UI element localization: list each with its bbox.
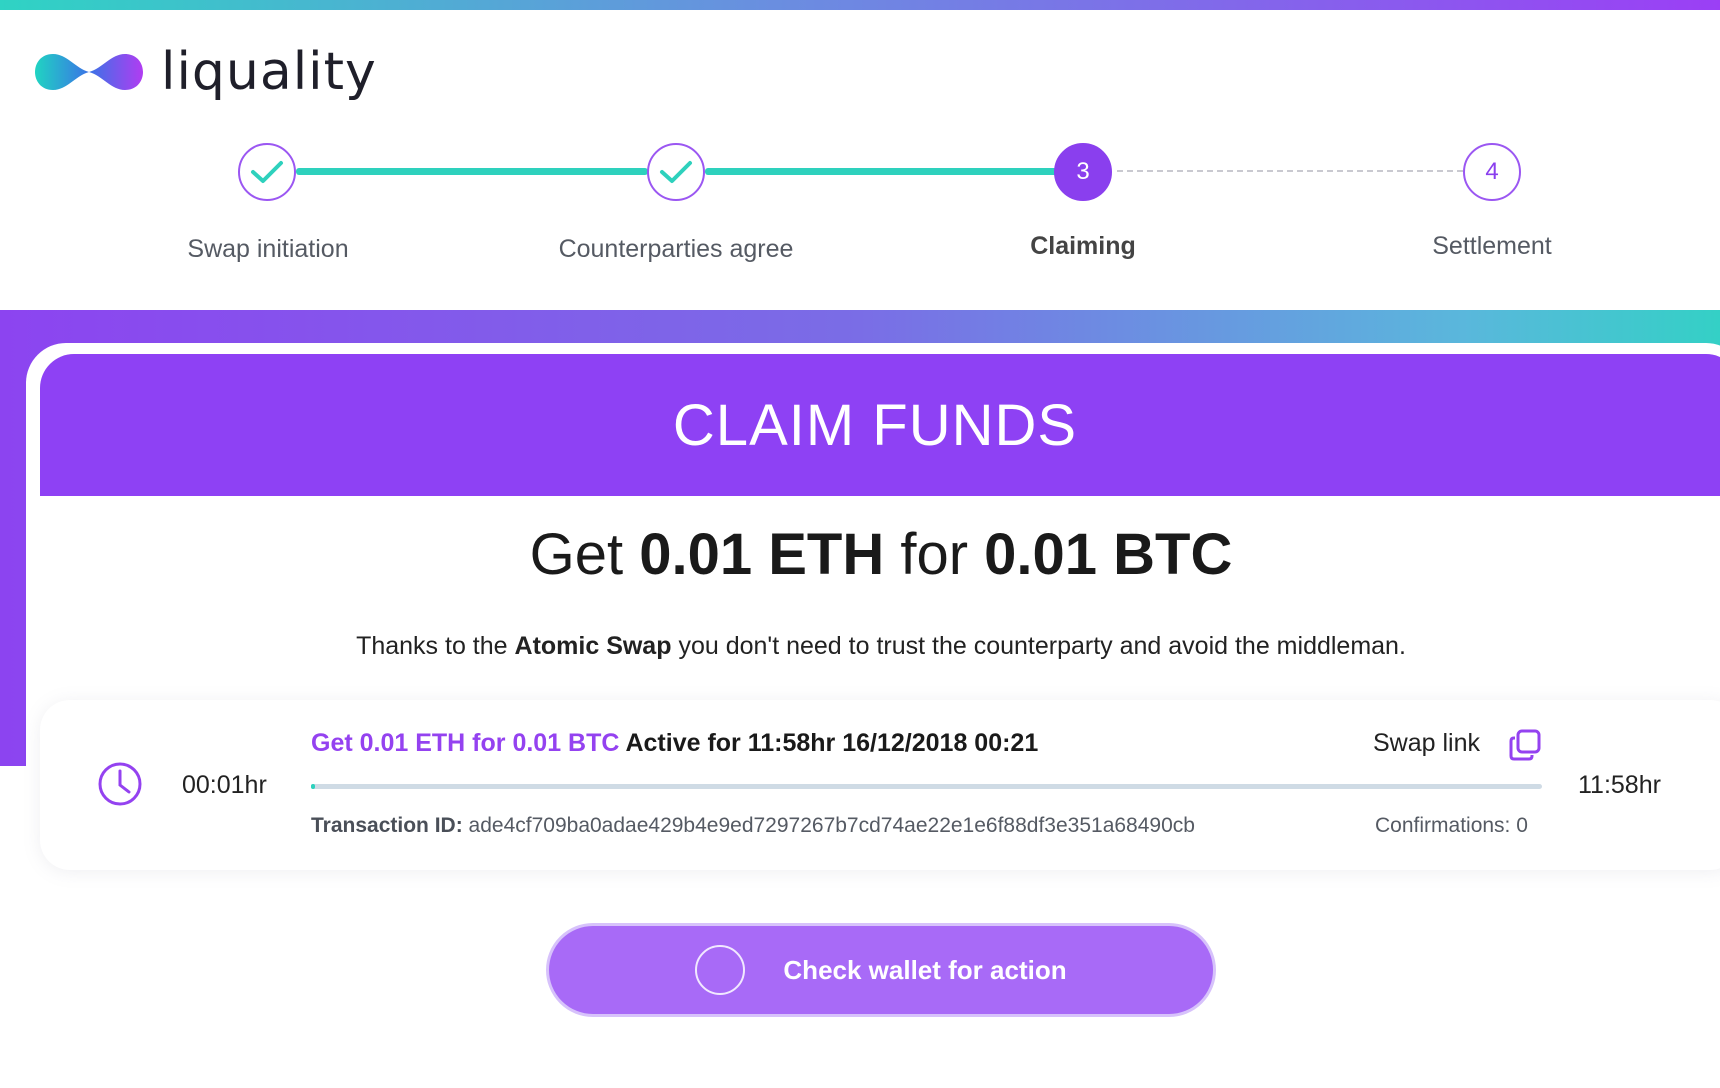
transaction-title-accent: Get 0.01 ETH for 0.01 BTC bbox=[311, 729, 620, 757]
step-1-indicator bbox=[238, 143, 296, 201]
swap-progress-bar bbox=[311, 784, 1542, 789]
app-name: liquality bbox=[161, 42, 377, 102]
step-connector-3 bbox=[1117, 170, 1463, 172]
claim-title: CLAIM FUNDS bbox=[672, 392, 1078, 458]
headline-send-amount: 0.01 BTC bbox=[984, 522, 1233, 587]
headline-prefix: Get bbox=[529, 522, 624, 587]
check-icon bbox=[251, 161, 283, 183]
transaction-id: Transaction ID: ade4cf709ba0adae429b4e9e… bbox=[311, 814, 1195, 838]
loading-spinner-icon bbox=[695, 945, 746, 995]
confirmations-count: Confirmations: 0 bbox=[1375, 814, 1528, 837]
headline-for: for bbox=[900, 522, 969, 587]
step-connector-2 bbox=[705, 168, 1057, 175]
liquality-logo[interactable]: liquality bbox=[33, 44, 377, 100]
transaction-id-label: Transaction ID: bbox=[311, 814, 463, 837]
copy-icon[interactable] bbox=[1508, 728, 1542, 762]
swap-description: Thanks to the Atomic Swap you don't need… bbox=[0, 632, 1720, 661]
swap-progress-fill bbox=[311, 784, 315, 789]
step-4-indicator: 4 bbox=[1463, 143, 1521, 201]
headline-receive-amount: 0.01 ETH bbox=[639, 522, 885, 587]
step-4-label: Settlement bbox=[1432, 232, 1552, 260]
description-prefix: Thanks to the bbox=[356, 632, 508, 660]
swap-headline: Get 0.01 ETH for 0.01 BTC bbox=[0, 521, 1720, 588]
logo-mark-icon bbox=[35, 54, 143, 90]
clock-icon bbox=[98, 762, 142, 806]
step-3-number: 3 bbox=[1076, 158, 1090, 185]
step-1-label: Swap initiation bbox=[187, 235, 349, 263]
check-wallet-label: Check wallet for action bbox=[783, 954, 1067, 985]
elapsed-time: 00:01hr bbox=[182, 771, 267, 799]
check-wallet-button[interactable]: Check wallet for action bbox=[546, 923, 1216, 1017]
remaining-time: 11:58hr bbox=[1578, 771, 1661, 799]
progress-stepper: 3 4 Swap initiation Counterparties agree… bbox=[0, 140, 1720, 280]
description-suffix: you don't need to trust the counterparty… bbox=[678, 632, 1406, 660]
claim-header: CLAIM FUNDS bbox=[40, 354, 1720, 496]
transaction-title: Get 0.01 ETH for 0.01 BTC Active for 11:… bbox=[311, 729, 1038, 758]
description-highlight: Atomic Swap bbox=[514, 632, 672, 660]
transaction-id-value[interactable]: ade4cf709ba0adae429b4e9ed7297267b7cd74ae… bbox=[469, 814, 1195, 837]
step-2-indicator bbox=[647, 143, 705, 201]
swap-link[interactable]: Swap link bbox=[1373, 729, 1480, 758]
step-4-number: 4 bbox=[1485, 158, 1499, 185]
transaction-title-status: Active for 11:58hr 16/12/2018 00:21 bbox=[625, 729, 1039, 757]
top-gradient-bar bbox=[0, 0, 1720, 10]
step-connector-1 bbox=[296, 168, 648, 175]
check-icon bbox=[660, 161, 692, 183]
step-3-label: Claiming bbox=[1030, 232, 1136, 260]
step-2-label: Counterparties agree bbox=[558, 235, 794, 263]
step-3-indicator: 3 bbox=[1054, 143, 1112, 201]
